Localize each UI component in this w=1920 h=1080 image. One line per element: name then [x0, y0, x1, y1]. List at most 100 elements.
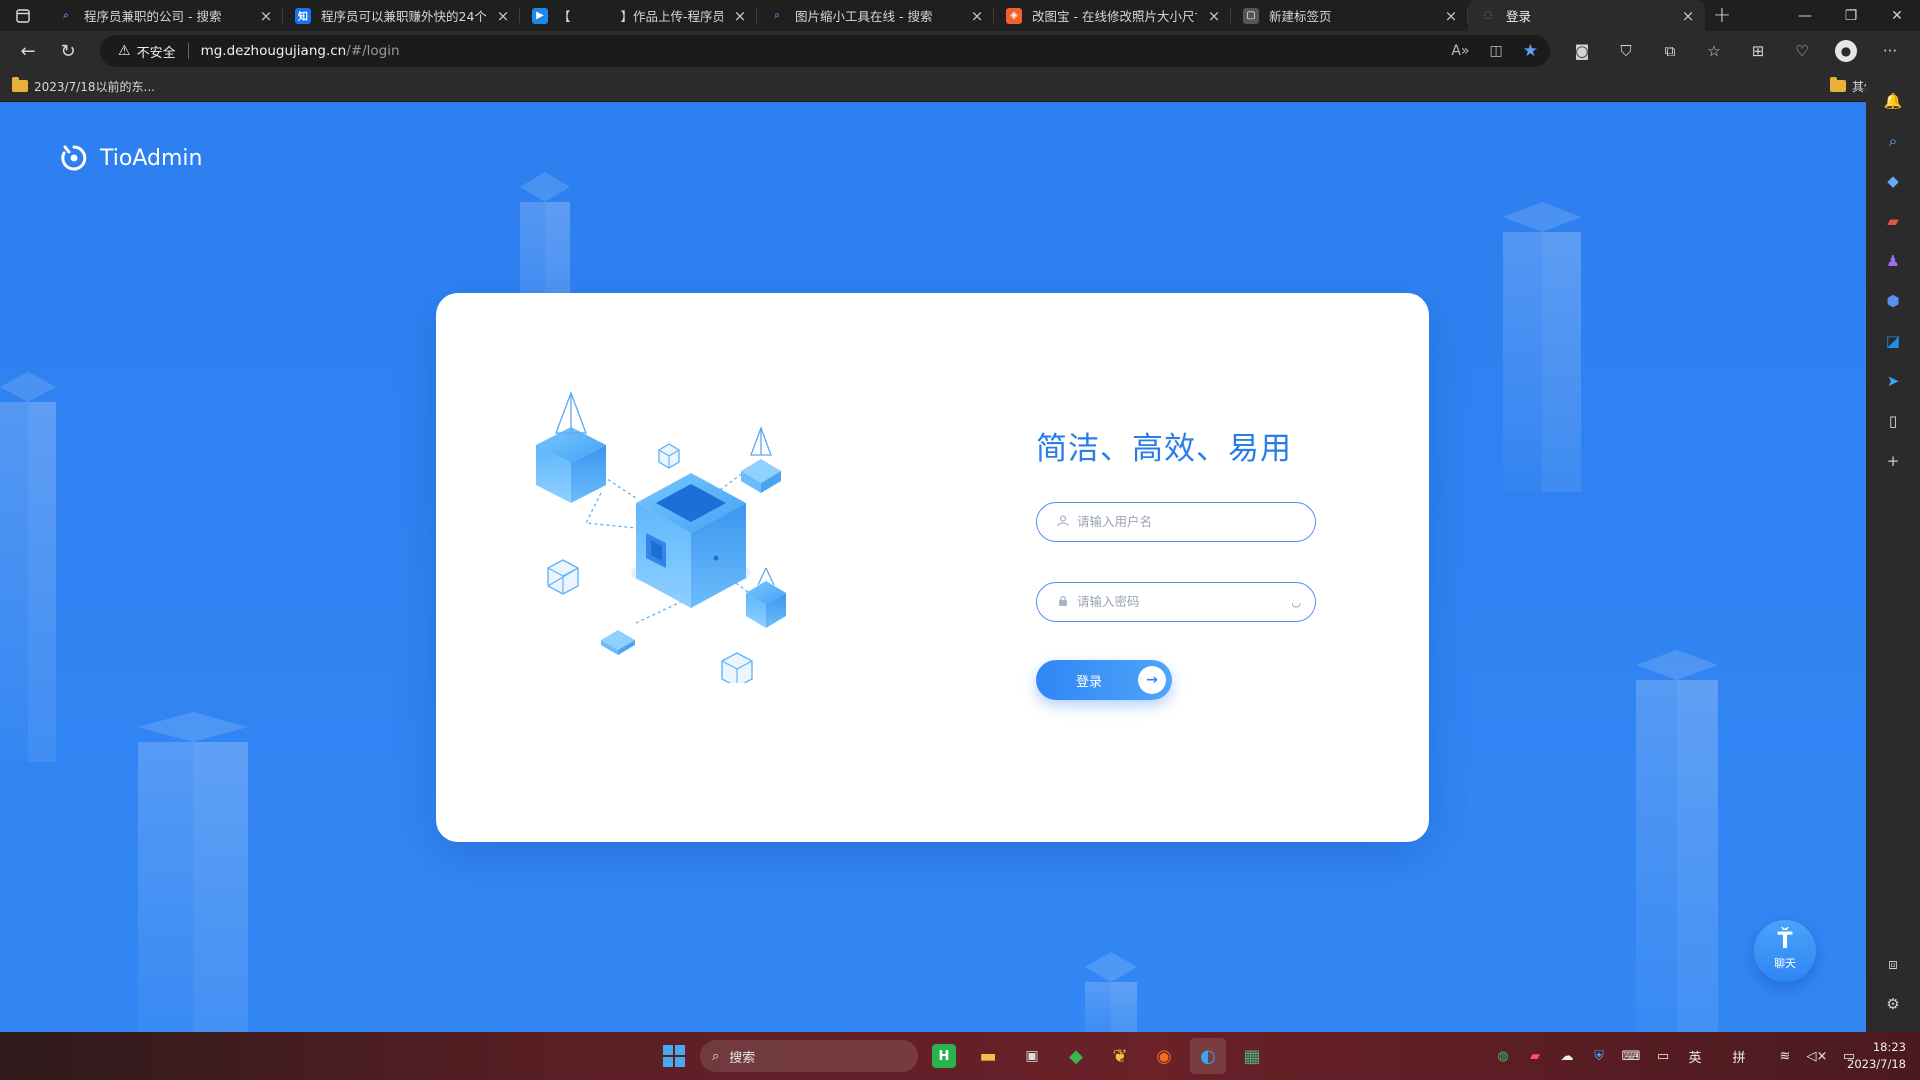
edge-browser-icon[interactable]: ◐ — [1190, 1038, 1226, 1074]
favorites-folder[interactable]: 2023/7/18以前的东... — [0, 77, 167, 95]
git-icon[interactable]: ◆ — [1058, 1038, 1094, 1074]
login-heading: 简洁、高效、易用 — [1036, 431, 1292, 467]
file-explorer-icon[interactable]: ▬ — [970, 1038, 1006, 1074]
weibo-icon[interactable]: ❦ — [1102, 1038, 1138, 1074]
volume-muted-icon[interactable]: ◁× — [1806, 1049, 1828, 1064]
add-icon[interactable]: + — [1873, 441, 1913, 481]
cloud-icon[interactable]: ☁ — [1556, 1049, 1578, 1064]
clock[interactable]: 18:23 2023/7/18 — [1847, 1039, 1906, 1073]
display-icon[interactable]: ▭ — [1652, 1049, 1674, 1064]
back-button[interactable]: ← — [8, 33, 48, 69]
profile-avatar-icon[interactable]: ● — [1835, 40, 1857, 62]
site-info-button[interactable]: ⚠ 不安全 — [118, 42, 176, 61]
settings-gear-icon[interactable]: ⚙ — [1873, 984, 1913, 1024]
chat-logo-icon: Ť — [1777, 929, 1793, 954]
send-icon[interactable]: ➤ — [1873, 361, 1913, 401]
eye-closed-icon[interactable]: ◡ — [1291, 596, 1301, 609]
tab-3[interactable]: ▶ 【 】作品上传-程序员客栈 × — [520, 0, 757, 31]
tag-icon[interactable]: ◆ — [1873, 161, 1913, 201]
address-bar-actions: A» ◫ ★ — [1451, 35, 1538, 67]
tab-title: 新建标签页 — [1269, 9, 1332, 24]
performance-icon[interactable]: ♡ — [1780, 31, 1824, 71]
tab-6[interactable]: ▢ 新建标签页 × — [1231, 0, 1468, 31]
decor-pillar — [1503, 232, 1581, 492]
ime-mode[interactable]: 拼 — [1728, 1047, 1750, 1066]
split-screen-icon[interactable]: ◫ — [1490, 43, 1503, 59]
keyboard-icon[interactable]: ⌨ — [1620, 1049, 1642, 1064]
tab-close-icon[interactable]: × — [733, 7, 747, 25]
username-field[interactable] — [1036, 502, 1316, 542]
close-window-button[interactable]: ✕ — [1874, 0, 1920, 31]
username-input[interactable] — [1077, 515, 1277, 529]
collections-icon[interactable]: ⊞ — [1736, 31, 1780, 71]
login-button-label: 登录 — [1076, 674, 1103, 690]
login-card: 简洁、高效、易用 ◡ 登录 → — [436, 293, 1429, 842]
tab-close-icon[interactable]: × — [1444, 7, 1458, 25]
document-icon[interactable]: ▯ — [1873, 401, 1913, 441]
warning-icon: ⚠ — [118, 43, 131, 59]
user-icon — [1057, 514, 1071, 530]
minimize-button[interactable]: — — [1782, 0, 1828, 31]
system-tray: ◍ ▰ ☁ ⛨ ⌨ ▭ 英 拼 ≋ ◁× ▭ — [1492, 1032, 1860, 1080]
password-field[interactable]: ◡ — [1036, 582, 1316, 622]
terminal-icon[interactable]: ▣ — [1014, 1038, 1050, 1074]
refresh-button[interactable]: ↻ — [48, 33, 88, 69]
password-input[interactable] — [1077, 595, 1277, 609]
read-aloud-icon[interactable]: A» — [1451, 43, 1469, 59]
toolbox-icon[interactable]: ▰ — [1873, 201, 1913, 241]
games-icon[interactable]: ◙ — [1560, 31, 1604, 71]
chat-label: 聊天 — [1774, 957, 1796, 970]
search-icon[interactable]: ⌕ — [1873, 121, 1913, 161]
tab-strip: ⌕ 程序员兼职的公司 - 搜索 × 知程序员可以兼职赚外快的24个平 × ▶ 【 】作品上传… — [46, 0, 1705, 31]
tio-logo-icon — [61, 145, 87, 171]
start-button[interactable] — [656, 1038, 692, 1074]
outlook-icon[interactable]: ◪ — [1873, 321, 1913, 361]
gaitubao-icon: ◈ — [1006, 7, 1022, 24]
tab-close-icon[interactable]: × — [496, 7, 510, 25]
restore-button[interactable]: ❐ — [1828, 0, 1874, 31]
decor-pillar — [0, 402, 56, 762]
screenshot-icon[interactable]: ⧈ — [1873, 944, 1913, 984]
tab-7[interactable]: ◌ 登录 × — [1468, 0, 1705, 31]
login-button[interactable]: 登录 → — [1036, 660, 1172, 700]
tab-close-icon[interactable]: × — [259, 7, 273, 25]
bell-icon[interactable]: 🔔 — [1873, 81, 1913, 121]
search-icon: ⌕ — [63, 10, 69, 21]
tab-5[interactable]: ◈ 改图宝 - 在线修改照片大小尺寸 × — [994, 0, 1231, 31]
url-text[interactable]: mg.dezhougujiang.cn/#/login — [201, 43, 400, 59]
new-tab-button[interactable]: + — [1705, 3, 1739, 28]
address-bar[interactable]: ⚠ 不安全 mg.dezhougujiang.cn/#/login A» ◫ ★ — [100, 35, 1550, 67]
defender-icon[interactable]: ⛨ — [1588, 1049, 1610, 1064]
wechat-icon[interactable]: ◍ — [1492, 1049, 1514, 1064]
copilot-icon[interactable]: ⬢ — [1873, 281, 1913, 321]
tab-close-icon[interactable]: × — [1681, 7, 1695, 25]
tab-4[interactable]: ⌕ 图片缩小工具在线 - 搜索 × — [757, 0, 994, 31]
orange-app-icon[interactable]: ◉ — [1146, 1038, 1182, 1074]
window-controls: — ❐ ✕ — [1782, 0, 1920, 31]
shield-icon[interactable]: ⛉ — [1604, 31, 1648, 71]
divider — [187, 43, 189, 59]
extensions-icon[interactable]: ⧉ — [1648, 31, 1692, 71]
tab-close-icon[interactable]: × — [970, 7, 984, 25]
more-menu-icon[interactable]: ··· — [1868, 31, 1912, 71]
pink-app-icon[interactable]: ▰ — [1524, 1049, 1546, 1064]
chat-button[interactable]: Ť 聊天 — [1754, 920, 1816, 982]
ime-lang[interactable]: 英 — [1684, 1047, 1706, 1066]
favorites-icon[interactable]: ☆ — [1692, 31, 1736, 71]
toolbar-right: ◙ ⛉ ⧉ ☆ ⊞ ♡ ● ··· — [1560, 31, 1912, 71]
screen-tool-icon[interactable]: ▦ — [1234, 1038, 1270, 1074]
tab-actions-icon — [16, 8, 30, 23]
people-icon[interactable]: ♟ — [1873, 241, 1913, 281]
clock-time: 18:23 — [1872, 1040, 1906, 1054]
tab-1[interactable]: ⌕ 程序员兼职的公司 - 搜索 × — [46, 0, 283, 31]
search-icon: ⌕ — [712, 1048, 720, 1064]
wifi-icon[interactable]: ≋ — [1774, 1049, 1796, 1064]
favorites-bar: 2023/7/18以前的东... 其他收藏夹 — [0, 71, 1920, 102]
favorite-star-icon[interactable]: ★ — [1523, 41, 1538, 61]
tab-actions-button[interactable] — [0, 0, 46, 31]
taskbar-search[interactable]: ⌕ 搜索 — [700, 1040, 918, 1072]
tab-close-icon[interactable]: × — [1207, 7, 1221, 25]
tab-title: 【 】作品上传-程序员客栈 — [558, 9, 723, 24]
hbuilder-icon[interactable]: H — [932, 1044, 956, 1068]
tab-2[interactable]: 知程序员可以兼职赚外快的24个平 × — [283, 0, 520, 31]
